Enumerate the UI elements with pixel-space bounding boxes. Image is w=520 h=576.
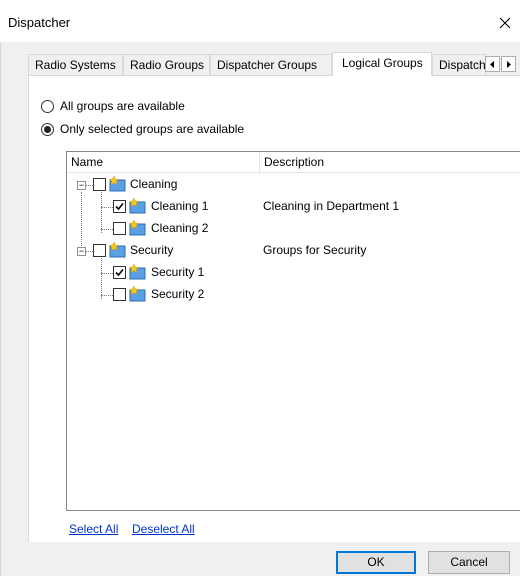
collapse-icon[interactable]: − bbox=[77, 247, 86, 256]
checkbox-security-1[interactable] bbox=[113, 266, 126, 279]
window-title: Dispatcher bbox=[8, 15, 71, 30]
tree-row-label: Cleaning 2 bbox=[151, 221, 209, 235]
all-groups-option[interactable]: All groups are available bbox=[41, 99, 185, 113]
checkmark-icon bbox=[115, 268, 124, 277]
arrow-right-icon bbox=[506, 60, 511, 68]
group-folder-icon bbox=[128, 198, 146, 214]
checkbox-security-2[interactable] bbox=[113, 288, 126, 301]
tree-row-security-2[interactable]: Security 2 bbox=[67, 284, 520, 306]
tree-row-cleaning[interactable]: − Cleaning bbox=[67, 174, 520, 196]
deselect-all-link[interactable]: Deselect All bbox=[132, 522, 195, 536]
checkbox-cleaning-1[interactable] bbox=[113, 200, 126, 213]
selected-groups-label: Only selected groups are available bbox=[60, 122, 245, 136]
tab-radio-systems[interactable]: Radio Systems bbox=[28, 54, 123, 75]
arrow-left-icon bbox=[489, 60, 494, 68]
tab-radio-groups[interactable]: Radio Groups bbox=[123, 54, 210, 75]
all-groups-radio[interactable] bbox=[41, 99, 54, 113]
tab-scroll-right-button[interactable] bbox=[501, 56, 516, 72]
tree-row-cleaning-1[interactable]: Cleaning 1 Cleaning in Department 1 bbox=[67, 196, 520, 218]
tree-row-label: Security 2 bbox=[151, 287, 205, 301]
column-header-description[interactable]: Description bbox=[260, 152, 520, 172]
tree-row-security[interactable]: − Security Groups for Security bbox=[67, 240, 520, 262]
all-groups-label: All groups are available bbox=[60, 99, 185, 113]
tree-row-label: Security bbox=[130, 243, 174, 257]
checkbox-cleaning-2[interactable] bbox=[113, 222, 126, 235]
tab-dispatch[interactable]: Dispatch bbox=[432, 54, 486, 75]
logical-groups-panel: All groups are available Only selected g… bbox=[28, 75, 520, 542]
group-folder-icon bbox=[108, 242, 126, 258]
column-header-name[interactable]: Name bbox=[67, 152, 260, 172]
group-folder-icon bbox=[128, 264, 146, 280]
tab-dispatcher-groups[interactable]: Dispatcher Groups bbox=[210, 54, 332, 75]
tree-row-label: Cleaning 1 bbox=[151, 199, 209, 213]
close-button[interactable] bbox=[490, 8, 520, 38]
tree-row-description: Cleaning in Department 1 bbox=[263, 199, 400, 213]
tree-row-label: Cleaning bbox=[130, 177, 178, 191]
selected-groups-radio[interactable] bbox=[41, 122, 54, 136]
tree-row-security-1[interactable]: Security 1 bbox=[67, 262, 520, 284]
tree-row-description: Groups for Security bbox=[263, 243, 367, 257]
collapse-icon[interactable]: − bbox=[77, 181, 86, 190]
checkbox-security[interactable] bbox=[93, 244, 106, 257]
dialog-body: Radio Systems Radio Groups Dispatcher Gr… bbox=[0, 42, 520, 576]
checkbox-cleaning[interactable] bbox=[93, 178, 106, 191]
ok-button[interactable]: OK bbox=[336, 551, 416, 574]
cancel-button[interactable]: Cancel bbox=[428, 551, 510, 574]
tree-row-label: Security 1 bbox=[151, 265, 205, 279]
group-folder-icon bbox=[128, 286, 146, 302]
group-folder-icon bbox=[128, 220, 146, 236]
select-all-link[interactable]: Select All bbox=[69, 522, 118, 536]
checkmark-icon bbox=[115, 202, 124, 211]
close-icon bbox=[499, 17, 511, 29]
title-bar: Dispatcher bbox=[0, 0, 520, 42]
tab-logical-groups[interactable]: Logical Groups bbox=[332, 52, 432, 76]
tab-strip: Radio Systems Radio Groups Dispatcher Gr… bbox=[28, 52, 520, 76]
tree-header: Name Description bbox=[67, 152, 520, 173]
groups-tree[interactable]: Name Description − Cleaning Cleaning 1 C… bbox=[66, 151, 520, 511]
tab-scroll-left-button[interactable] bbox=[485, 56, 500, 72]
tree-row-cleaning-2[interactable]: Cleaning 2 bbox=[67, 218, 520, 240]
group-folder-icon bbox=[108, 176, 126, 192]
selected-groups-option[interactable]: Only selected groups are available bbox=[41, 122, 244, 136]
